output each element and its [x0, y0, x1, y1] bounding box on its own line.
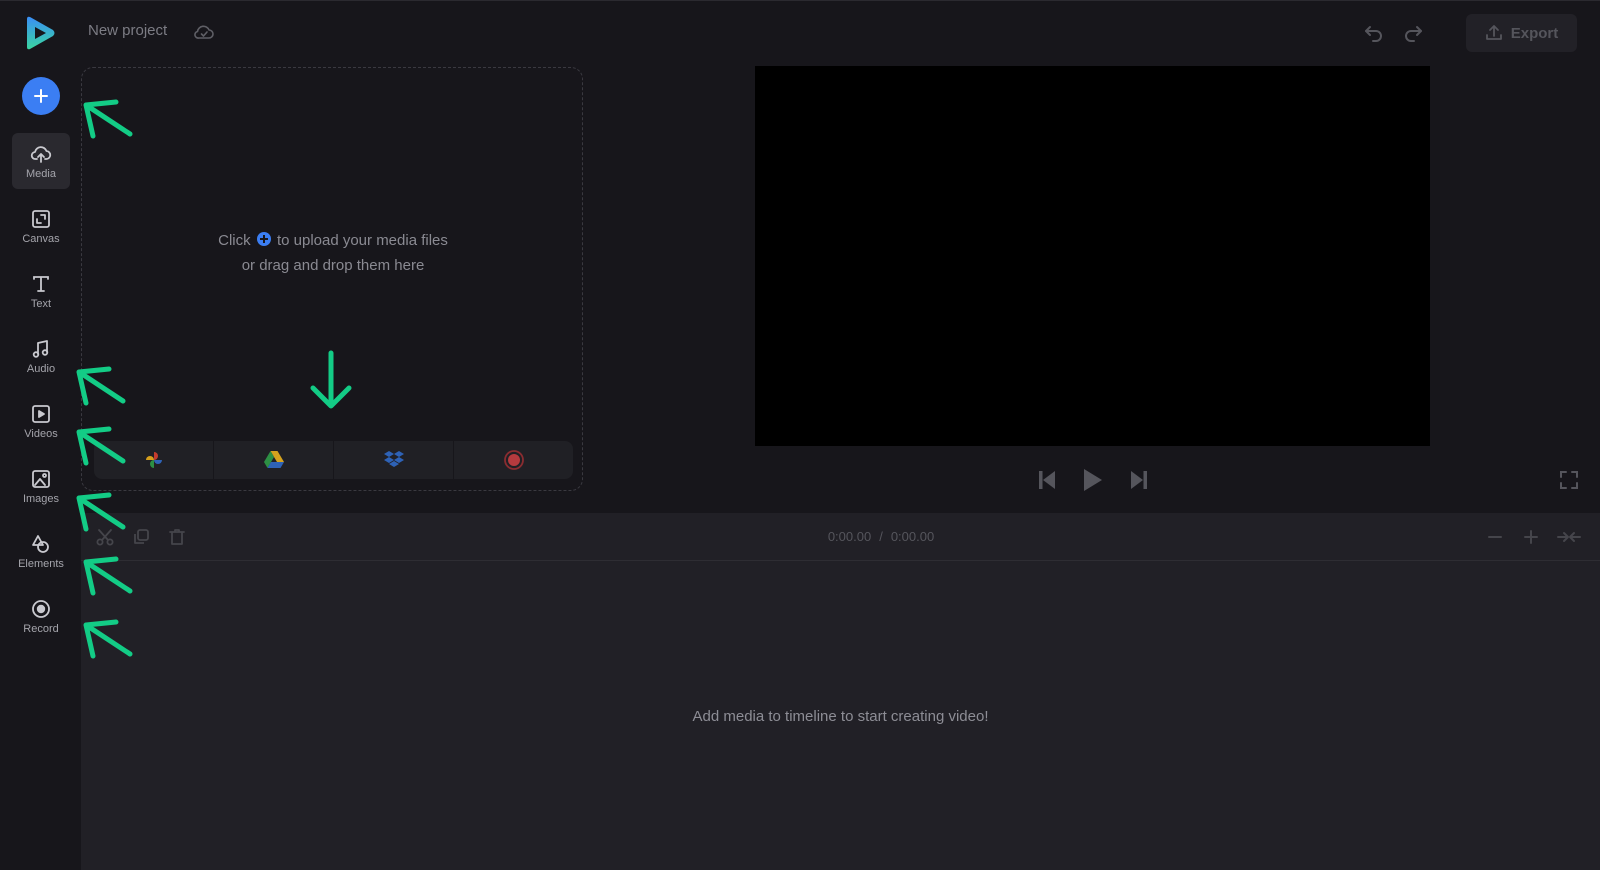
upload-icon [1485, 25, 1502, 40]
play-icon[interactable] [1080, 467, 1104, 493]
export-button[interactable]: Export [1466, 14, 1577, 52]
google-drive-icon [263, 451, 284, 468]
duplicate-icon[interactable] [131, 527, 151, 547]
scissors-icon[interactable] [95, 527, 115, 547]
sidebar-item-media[interactable]: Media [12, 133, 70, 189]
google-photos-icon [145, 452, 162, 468]
fullscreen-icon[interactable] [1558, 469, 1580, 491]
record-icon [32, 599, 50, 618]
zoom-in-icon[interactable] [1521, 527, 1541, 547]
undo-icon[interactable] [1363, 22, 1385, 44]
cloud-saved-icon [194, 25, 214, 39]
sidebar-item-elements[interactable]: Elements [12, 523, 70, 579]
add-media-button[interactable] [22, 77, 60, 115]
drop-text-before: Click [218, 232, 251, 249]
trash-icon[interactable] [167, 527, 187, 547]
total-time: 0:00.00 [890, 529, 935, 544]
import-sources-bar [94, 441, 573, 479]
music-note-icon [32, 339, 49, 358]
dropzone-instructions: Click to upload your media files or drag… [82, 228, 584, 278]
sidebar-item-label: Canvas [22, 232, 60, 245]
record-red-icon [503, 450, 524, 470]
record-source-button[interactable] [454, 441, 573, 479]
time-separator: / [879, 529, 883, 544]
video-play-icon [32, 404, 50, 423]
redo-icon[interactable] [1402, 22, 1424, 44]
video-editor-app: New project Export Media Canvas Text Aud… [0, 0, 1600, 870]
dropbox-button[interactable] [334, 441, 454, 479]
player-controls [1035, 467, 1155, 493]
canvas-resize-icon [32, 209, 50, 228]
zoom-out-icon[interactable] [1485, 527, 1505, 547]
sidebar-item-label: Text [30, 297, 52, 310]
sidebar-item-label: Record [23, 622, 59, 635]
sidebar-item-canvas[interactable]: Canvas [12, 198, 70, 254]
top-bar: New project Export [0, 1, 1600, 65]
timeline-toolbar: 0:00.00 / 0:00.00 [81, 513, 1600, 561]
timeline-empty-message: Add media to timeline to start creating … [692, 708, 989, 725]
shapes-icon [32, 534, 49, 553]
export-label: Export [1510, 24, 1559, 42]
drop-text-after: to upload your media files [276, 232, 448, 249]
skip-forward-icon[interactable] [1127, 467, 1151, 493]
sidebar-item-audio[interactable]: Audio [12, 328, 70, 384]
time-readout: 0:00.00 / 0:00.00 [781, 529, 981, 544]
cloud-upload-icon [30, 145, 52, 163]
sidebar-item-record[interactable]: Record [12, 588, 70, 644]
sidebar: Media Canvas Text Audio Videos Images El… [0, 65, 81, 870]
skip-back-icon[interactable] [1035, 467, 1059, 493]
current-time: 0:00.00 [827, 529, 872, 544]
plus-circle-icon [256, 232, 271, 246]
sidebar-item-images[interactable]: Images [12, 458, 70, 514]
drop-text-line2: or drag and drop them here [241, 257, 425, 274]
sidebar-item-videos[interactable]: Videos [12, 393, 70, 449]
timeline: 0:00.00 / 0:00.00 Add media to timeline to… [81, 513, 1600, 870]
text-icon [33, 275, 49, 292]
video-preview[interactable] [755, 66, 1430, 446]
media-panel: Click to upload your media files or drag… [81, 65, 585, 509]
fit-timeline-icon[interactable] [1557, 527, 1581, 547]
sidebar-item-label: Media [26, 167, 56, 180]
google-photos-button[interactable] [94, 441, 214, 479]
sidebar-item-label: Images [22, 492, 60, 505]
project-title[interactable]: New project [88, 22, 167, 39]
sidebar-item-label: Elements [18, 557, 64, 570]
dropbox-icon [383, 451, 404, 467]
google-drive-button[interactable] [214, 441, 334, 479]
plus-icon [34, 89, 48, 103]
image-icon [32, 469, 50, 488]
sidebar-item-label: Videos [24, 427, 58, 440]
sidebar-item-text[interactable]: Text [12, 263, 70, 319]
app-logo-icon[interactable] [24, 16, 56, 50]
sidebar-item-label: Audio [26, 362, 56, 375]
media-dropzone[interactable]: Click to upload your media files or drag… [81, 67, 583, 491]
